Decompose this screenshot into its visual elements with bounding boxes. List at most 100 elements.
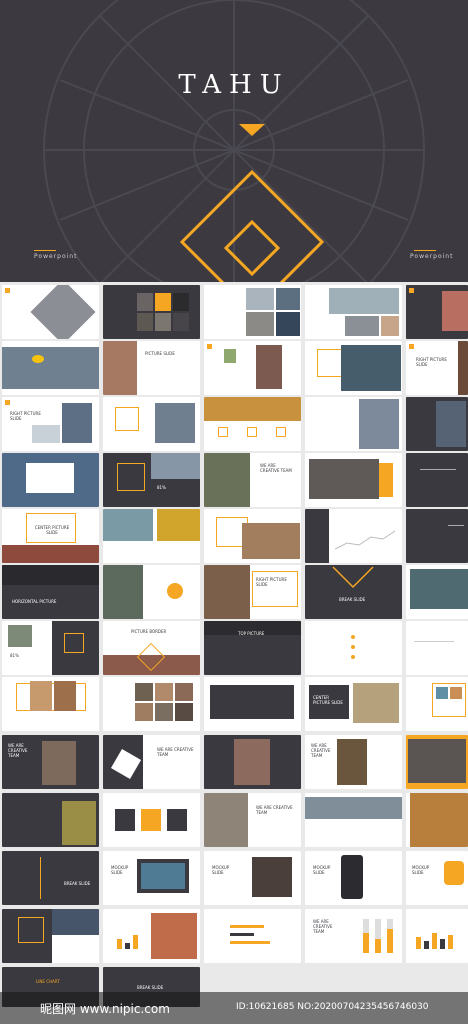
slide-thumbnail[interactable] xyxy=(406,565,468,619)
photo xyxy=(204,565,250,619)
slide-thumbnail[interactable]: WE ARE CREATIVE TEAM xyxy=(204,453,301,507)
slide-thumbnail[interactable] xyxy=(103,509,200,563)
slide-heading: WE ARE CREATIVE TEAM xyxy=(256,805,293,815)
slide-thumbnail[interactable] xyxy=(103,677,200,731)
slide-thumbnail[interactable] xyxy=(406,397,468,451)
slide-thumbnail[interactable]: WE ARE CREATIVE TEAM xyxy=(103,735,200,789)
slide-thumbnail[interactable] xyxy=(204,677,301,731)
slide-thumbnail[interactable]: MOCKUP SLIDE xyxy=(406,851,468,905)
orange-frame xyxy=(252,571,298,607)
pagoda-photo xyxy=(256,345,282,389)
slide-thumbnail[interactable] xyxy=(2,677,99,731)
slide-thumbnail[interactable]: MOCKUP SLIDE xyxy=(103,851,200,905)
orange-card xyxy=(141,809,161,831)
slide-thumbnail[interactable] xyxy=(2,341,99,395)
landscape-photo xyxy=(329,288,399,314)
slide-thumbnail[interactable] xyxy=(305,341,402,395)
slide-thumbnail[interactable]: CENTER PICTURE SLIDE xyxy=(2,509,99,563)
slide-thumbnail[interactable]: BREAK SLIDE xyxy=(2,851,99,905)
watermark-bar: 昵图网 www.nipic.com ID:10621685 NO:2020070… xyxy=(0,992,468,1024)
slide-thumbnail[interactable]: TOP PICTURE xyxy=(204,621,301,675)
down-triangle-icon xyxy=(239,124,265,136)
slide-thumbnail[interactable] xyxy=(305,397,402,451)
slide-thumbnail[interactable]: WE ARE CREATIVE TEAM xyxy=(2,735,99,789)
slide-thumbnail[interactable] xyxy=(204,397,301,451)
slide-thumbnail[interactable]: RIGHT PICTURE SLIDE xyxy=(406,341,468,395)
slide-thumbnail[interactable] xyxy=(406,793,468,847)
slide-heading: BREAK SLIDE xyxy=(137,985,164,990)
orange-frame xyxy=(276,427,286,437)
left-accent-line xyxy=(34,250,56,251)
photo xyxy=(54,681,76,711)
chart-bar xyxy=(432,933,437,949)
hands-photo xyxy=(309,459,379,499)
photo xyxy=(276,288,300,310)
slide-thumbnail[interactable]: 81% xyxy=(2,621,99,675)
slide-thumbnail[interactable] xyxy=(406,285,468,339)
slide-thumbnail[interactable]: PICTURE BORDER xyxy=(103,621,200,675)
photo xyxy=(276,312,300,336)
photo xyxy=(381,316,399,336)
slide-thumbnail[interactable] xyxy=(204,285,301,339)
slide-thumbnail[interactable] xyxy=(103,909,200,963)
slide-thumbnail[interactable]: MOCKUP SLIDE xyxy=(305,851,402,905)
title-ornament xyxy=(179,124,325,282)
slide-thumbnail[interactable] xyxy=(103,285,200,339)
slide-thumbnail[interactable] xyxy=(2,285,99,339)
slide-thumbnail[interactable]: WE ARE CREATIVE TEAM xyxy=(204,793,301,847)
photo xyxy=(175,703,193,721)
orange-frame xyxy=(115,407,139,431)
slide-thumbnail[interactable] xyxy=(204,509,301,563)
orange-tag xyxy=(207,344,212,349)
slide-thumbnail[interactable] xyxy=(305,285,402,339)
slide-thumbnail[interactable] xyxy=(2,793,99,847)
slide-thumbnail[interactable] xyxy=(406,509,468,563)
slide-thumbnail[interactable]: 81% xyxy=(103,453,200,507)
slide-heading: MOCKUP SLIDE xyxy=(212,865,230,875)
slide-thumbnail[interactable]: RIGHT PICTURE SLIDE xyxy=(204,565,301,619)
slide-thumbnail[interactable] xyxy=(406,621,468,675)
slide-thumbnail[interactable] xyxy=(305,793,402,847)
slide-thumbnail[interactable] xyxy=(406,453,468,507)
slide-heading: MOCKUP SLIDE xyxy=(111,865,129,875)
slide-thumbnail[interactable]: WE ARE CREATIVE TEAM xyxy=(305,735,402,789)
tower-photo xyxy=(359,399,399,449)
slide-thumbnail[interactable]: WE ARE CREATIVE TEAM xyxy=(305,909,402,963)
slide-heading: WE ARE CREATIVE TEAM xyxy=(313,919,333,934)
large-diamond-outline xyxy=(179,169,325,282)
chart-bar xyxy=(440,939,445,949)
slide-thumbnail[interactable] xyxy=(305,621,402,675)
slide-heading: BREAK SLIDE xyxy=(64,881,91,886)
slide-thumbnail[interactable] xyxy=(406,677,468,731)
slide-thumbnail[interactable] xyxy=(406,735,468,789)
slide-thumbnail[interactable] xyxy=(2,909,99,963)
cover-slide: TAHU Powerpoint Powerpoint xyxy=(0,0,468,282)
man-portrait-photo xyxy=(62,403,92,443)
slide-thumbnail[interactable] xyxy=(305,453,402,507)
slide-thumbnail[interactable] xyxy=(204,735,301,789)
orange-circle xyxy=(167,583,183,599)
photo xyxy=(436,401,466,447)
slide-thumbnail[interactable] xyxy=(103,793,200,847)
slide-thumbnail[interactable] xyxy=(305,509,402,563)
slide-thumbnail[interactable] xyxy=(406,909,468,963)
slide-thumbnail[interactable] xyxy=(103,397,200,451)
team-photo xyxy=(173,313,189,331)
watermark-id: ID:10621685 NO:20200704235456746030 xyxy=(236,1002,429,1012)
slide-thumbnail[interactable]: MOCKUP SLIDE xyxy=(204,851,301,905)
slide-thumbnail[interactable] xyxy=(2,453,99,507)
slide-heading: MOCKUP SLIDE xyxy=(412,865,430,875)
slide-thumbnail[interactable]: CENTER PICTURE SLIDE xyxy=(305,677,402,731)
slide-heading: RIGHT PICTURE SLIDE xyxy=(10,411,41,421)
slide-thumbnail[interactable]: BREAK SLIDE xyxy=(305,565,402,619)
chart-bar xyxy=(387,929,393,953)
camera-photo xyxy=(204,453,250,507)
slide-thumbnail[interactable]: RIGHT PICTURE SLIDE xyxy=(2,397,99,451)
slide-thumbnail[interactable]: HORIZONTAL PICTURE xyxy=(2,565,99,619)
slide-thumbnail[interactable] xyxy=(103,565,200,619)
slide-thumbnail[interactable] xyxy=(204,909,301,963)
dark-card xyxy=(167,809,187,831)
sunset-photo xyxy=(408,739,466,783)
slide-thumbnail[interactable] xyxy=(204,341,301,395)
slide-thumbnail[interactable]: PICTURE SLIDE xyxy=(103,341,200,395)
